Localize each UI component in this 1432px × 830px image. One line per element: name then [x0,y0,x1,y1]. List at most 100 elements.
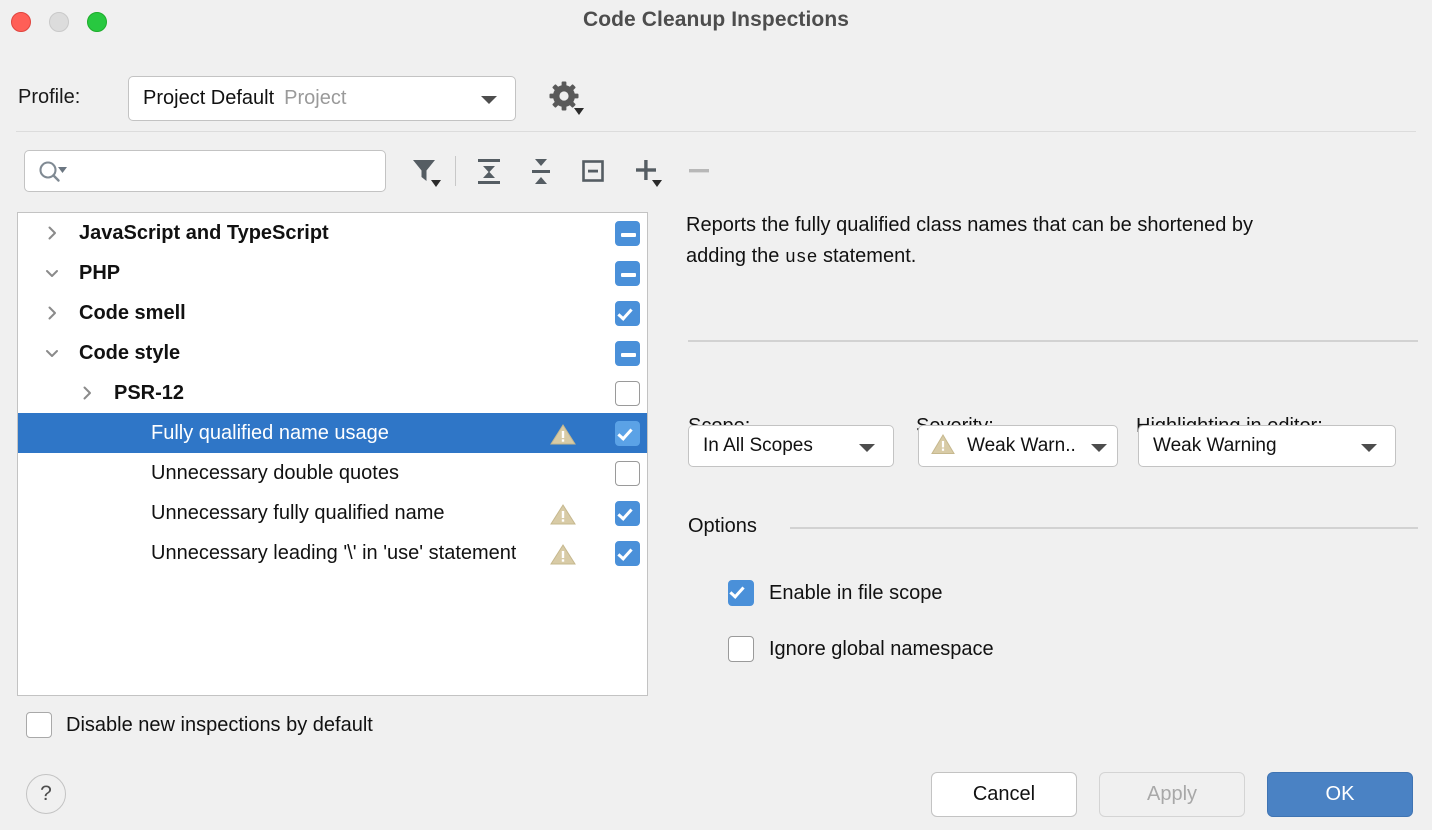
reset-to-empty-icon [582,160,604,182]
warning-triangle-icon [550,503,576,531]
description-code-keyword: use [784,248,818,268]
header-divider [16,131,1416,132]
window-title: Code Cleanup Inspections [582,8,850,31]
option-label: Ignore global namespace [769,637,994,660]
search-input[interactable] [79,151,379,191]
chevron-down-icon [1361,444,1377,452]
checkbox-box [615,421,640,446]
tree-row[interactable]: JavaScript and TypeScript [18,213,647,253]
add-scope-button[interactable] [626,150,668,192]
tree-row[interactable]: Unnecessary double quotes [18,453,647,493]
tree-row[interactable]: PSR-12 [18,373,647,413]
inspection-detail-panel: Reports the fully qualified class names … [686,210,1418,680]
tree-row-label: Unnecessary double quotes [151,461,399,484]
profile-select-value: Project Default [143,87,275,109]
tree-row-label: JavaScript and TypeScript [79,221,329,244]
scope-select-value: In All Scopes [703,435,813,456]
warning-triangle-icon [931,433,955,460]
tree-row-label: Fully qualified name usage [151,421,389,444]
expand-all-button[interactable] [468,150,510,192]
collapse-all-icon [532,159,550,184]
reset-to-empty-button[interactable] [572,150,614,192]
inspections-tree[interactable]: JavaScript and TypeScript PHP Code smell Co… [17,212,648,696]
option-label: Enable in file scope [769,581,943,604]
description-text-part1: Reports the fully qualified class names … [686,214,1253,267]
tree-row-checkbox[interactable] [615,381,640,406]
options-section-title: Options [688,515,767,538]
checkbox-box [615,341,640,366]
search-icon [37,160,71,189]
help-button[interactable]: ? [26,774,66,814]
tree-row[interactable]: Code style [18,333,647,373]
tree-row-label: PSR-12 [114,381,185,404]
tree-row-checkbox[interactable] [615,221,640,246]
profile-select[interactable]: Project Default Project [128,76,516,121]
tree-row-checkbox[interactable] [615,461,640,486]
tree-row-checkbox[interactable] [615,541,640,566]
checkbox-box [615,221,640,246]
chevron-down-icon[interactable] [43,264,61,282]
chevron-right-icon[interactable] [43,224,61,242]
profile-label: Profile: [18,86,81,108]
chevron-down-icon [481,96,497,104]
warning-triangle-icon [550,543,576,571]
checkbox-box [615,541,640,566]
checkbox-box [615,261,640,286]
filter-button[interactable] [404,150,446,192]
apply-button[interactable]: Apply [1099,772,1245,817]
severity-select[interactable]: Weak Warn.. [918,425,1118,467]
detail-divider [688,340,1418,342]
tree-row-label: Unnecessary leading '\' in 'use' stateme… [151,541,517,564]
profile-row: Profile: Project Default Project [0,76,1432,124]
search-field[interactable] [24,150,386,192]
chevron-right-icon[interactable] [78,384,96,402]
filter-icon [413,160,441,187]
warning-triangle-icon [550,423,576,451]
highlighting-select[interactable]: Weak Warning [1138,425,1396,467]
scope-select[interactable]: In All Scopes [688,425,894,467]
tree-row-checkbox[interactable] [615,421,640,446]
tree-row[interactable]: Fully qualified name usage [18,413,647,453]
cancel-button[interactable]: Cancel [931,772,1077,817]
chevron-down-icon[interactable] [43,344,61,362]
tree-row-checkbox[interactable] [615,301,640,326]
remove-scope-button[interactable] [678,150,720,192]
help-button-label: ? [40,782,52,805]
toolbar-divider [455,156,456,186]
tree-row[interactable]: Code smell [18,293,647,333]
tree-row-label: Code smell [79,301,186,324]
disable-new-inspections-checkbox[interactable]: Disable new inspections by default [26,712,373,738]
tree-row-label: Code style [79,341,181,364]
option-ignore-global-namespace[interactable]: Ignore global namespace [728,636,994,662]
disable-new-inspections-label: Disable new inspections by default [66,713,373,736]
tree-row-checkbox[interactable] [615,341,640,366]
severity-select-value: Weak Warn.. [967,435,1076,456]
profile-settings-button[interactable] [544,78,588,122]
option-enable-in-file-scope[interactable]: Enable in file scope [728,580,942,606]
ok-button[interactable]: OK [1267,772,1413,817]
ok-button-label: OK [1325,783,1355,805]
tree-row[interactable]: Unnecessary leading '\' in 'use' stateme… [18,533,647,573]
inspections-toolbar [0,148,1432,198]
add-icon [636,160,662,187]
checkbox-box [615,501,640,526]
checkbox-box [728,580,754,606]
profile-select-scope: Project [284,87,347,109]
checkbox-box [615,461,640,486]
remove-icon [689,169,709,173]
collapse-all-button[interactable] [520,150,562,192]
tree-row-checkbox[interactable] [615,261,640,286]
options-divider [790,527,1418,529]
tree-row-checkbox[interactable] [615,501,640,526]
expand-all-icon [478,159,500,184]
description-text-part2: statement. [817,245,917,267]
checkbox-box [615,301,640,326]
chevron-right-icon[interactable] [43,304,61,322]
chevron-down-icon [859,444,875,452]
tree-row-label: PHP [79,261,121,284]
chevron-down-icon [1091,444,1107,452]
tree-row[interactable]: Unnecessary fully qualified name [18,493,647,533]
tree-row[interactable]: PHP [18,253,647,293]
checkbox-box [26,712,52,738]
cancel-button-label: Cancel [972,783,1036,805]
